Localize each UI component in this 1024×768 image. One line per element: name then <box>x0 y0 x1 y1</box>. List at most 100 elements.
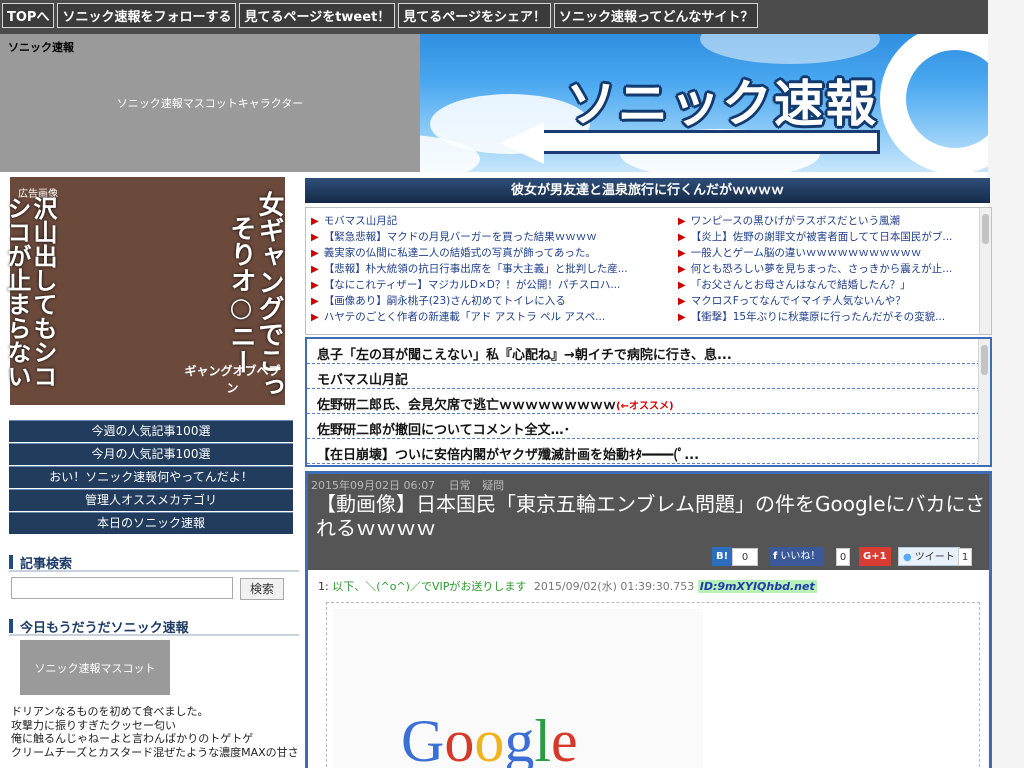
ad-slogan-2: 沢山出してもシコシコが止まらないw <box>0 196 57 388</box>
list-item[interactable]: ▶ 義実家の仏間に私達二人の結婚式の写真が飾ってあった。 <box>311 245 641 261</box>
response-header: 1: 以下、＼(^o^)／でVIPがお送りします 2015/09/02(水) 0… <box>318 578 817 594</box>
sidebar-mascot-image: ソニック速報マスコット <box>20 640 170 695</box>
menu-admin-recommend[interactable]: 管理人オススメカテゴリ <box>9 489 293 511</box>
article-image[interactable]: Google <box>333 609 703 768</box>
triangle-icon: ▶ <box>678 264 686 275</box>
list-item[interactable]: 【在日崩壊】ついに安倍内閣がヤクザ殲滅計画を始動ｷﾀ━━━━(ﾟ... <box>307 439 990 464</box>
link-text[interactable]: 佐野研二郎氏、会見欠席で逃亡ｗｗｗｗｗｗｗｗｗ <box>317 398 616 413</box>
link-column-right: ▶ ワンピースの黒ひげがラスボスだという風潮 ▶ 【炎上】佐野の謝罪文が被害者面して… <box>678 213 978 325</box>
site-logo-title: ソニック速報 <box>566 75 878 133</box>
gear-icon <box>880 34 988 172</box>
list-item[interactable]: ▶ モバマス山月記 <box>311 213 641 229</box>
list-item[interactable]: 佐野研二郎が撤回についてコメント全文…･ <box>307 414 990 439</box>
list-item[interactable]: 息子「左の耳が聞こえない」私『心配ね』→朝イチで病院に行き、息... <box>307 339 990 364</box>
link-text[interactable]: 【在日崩壊】ついに安倍内閣がヤクザ殲滅計画を始動ｷﾀ━━━━(ﾟ... <box>317 448 699 463</box>
daily-text-line: クリームチーズとカスタード混ぜたような濃度MAXの甘さ <box>11 745 299 759</box>
link-text[interactable]: マクロスFってなんでイマイチ人気ないんや？ <box>691 295 906 307</box>
hatena-bookmark-button[interactable]: B! <box>712 547 733 566</box>
google-plus-button[interactable]: G+1 <box>859 547 891 566</box>
facebook-like-button[interactable]: f いいね！ <box>769 547 825 566</box>
tweet-button[interactable]: ● ツイート <box>898 547 960 566</box>
featured-box-scrollbar[interactable] <box>978 339 990 465</box>
google-logo-svg: Google <box>401 708 578 768</box>
link-text[interactable]: 何とも恐ろしい夢を見ちまった、さっきから震えが止... <box>691 263 953 275</box>
nav-tweet-button[interactable]: 見てるページをtweet！ <box>239 3 396 28</box>
site-header[interactable]: ソニック速報マスコットキャラクター ソニック速報 ソニック速報 <box>0 34 988 172</box>
category-link[interactable]: 日常 <box>449 479 471 492</box>
list-item[interactable]: ▶ 一般人とゲーム脳の違いｗｗｗｗｗｗｗｗｗｗｗ <box>678 245 978 261</box>
list-item[interactable]: ▶ 【画像あり】嗣永桃子(23)さん初めてトイレに入る <box>311 293 641 309</box>
search-input[interactable] <box>11 577 233 599</box>
article-meta: 2015年09月02日 06:07 日常 疑問 <box>311 477 504 493</box>
sidebar-ad-banner[interactable]: 広告画像 沢山出してもシコシコが止まらないw 女ギャングでこっそりオ○ニー ギャ… <box>0 177 285 405</box>
list-item[interactable]: 佐野研二郎氏、会見欠席で逃亡ｗｗｗｗｗｗｗｗｗ(←オススメ) <box>307 389 990 414</box>
menu-weekly-popular[interactable]: 今週の人気記事100選 <box>9 420 293 442</box>
facebook-like-label: いいね！ <box>780 551 821 562</box>
menu-today[interactable]: 本日のソニック速報 <box>9 512 293 534</box>
link-column-left: ▶ モバマス山月記 ▶ 【緊急悲報】マクドの月見バーガーを買った結果ｗｗｗｗ ▶ 義実… <box>311 213 641 325</box>
nav-share-button[interactable]: 見てるページをシェア！ <box>398 3 552 28</box>
link-text[interactable]: モバマス山月記 <box>317 373 408 388</box>
link-text[interactable]: モバマス山月記 <box>324 215 398 227</box>
daily-text-line: 攻撃力に振りすぎたクッセー匂い <box>11 718 176 732</box>
link-text[interactable]: 義実家の仏間に私達二人の結婚式の写真が飾ってあった。 <box>324 247 596 259</box>
link-text[interactable]: 【なにこれティザー】マジカルD×D？！が公開！パチスロハ... <box>324 279 621 291</box>
list-item[interactable]: ▶ 【炎上】佐野の謝罪文が被害者面してて日本国民がブ... <box>678 229 978 245</box>
nav-top-button[interactable]: TOPへ <box>2 3 55 28</box>
link-text[interactable]: 一般人とゲーム脳の違いｗｗｗｗｗｗｗｗｗｗｗ <box>691 247 922 259</box>
list-item[interactable]: ▶ 【緊急悲報】マクドの月見バーガーを買った結果ｗｗｗｗ <box>311 229 641 245</box>
triangle-icon: ▶ <box>678 312 686 323</box>
category-link[interactable]: 疑問 <box>482 479 504 492</box>
triangle-icon: ▶ <box>311 280 319 291</box>
list-item[interactable]: モバマス山月記 <box>307 364 990 389</box>
triangle-icon: ▶ <box>678 248 686 259</box>
triangle-icon: ▶ <box>678 232 686 243</box>
list-item[interactable]: ▶ ワンピースの黒ひげがラスボスだという風潮 <box>678 213 978 229</box>
search-button[interactable]: 検索 <box>240 578 284 600</box>
nav-follow-button[interactable]: ソニック速報をフォローする <box>57 3 237 28</box>
nav-about-button[interactable]: ソニック速報ってどんなサイト？ <box>554 3 759 28</box>
headline-banner[interactable]: 彼女が男友達と温泉旅行に行くんだがｗｗｗｗ <box>305 178 990 203</box>
triangle-icon: ▶ <box>311 296 319 307</box>
link-text[interactable]: 【炎上】佐野の謝罪文が被害者面してて日本国民がブ... <box>691 231 953 243</box>
link-text[interactable]: 佐野研二郎が撤回についてコメント全文…･ <box>317 423 570 438</box>
link-text[interactable]: ワンピースの黒ひげがラスボスだという風潮 <box>691 215 900 227</box>
link-text[interactable]: 「お父さんとお母さんはなんで結婚したん？」 <box>691 279 911 291</box>
link-text[interactable]: 【衝撃】15年ぶりに秋葉原に行ったんだがその変貌... <box>691 311 945 323</box>
triangle-icon: ▶ <box>311 312 319 323</box>
link-box-scrollbar[interactable] <box>979 208 991 334</box>
tweet-count: 1 <box>958 548 972 566</box>
menu-what-are-you-doing[interactable]: おい！ソニック速報何やってんだよ！ <box>9 466 293 488</box>
scrollbar-thumb[interactable] <box>982 214 989 244</box>
list-item[interactable]: ▶ マクロスFってなんでイマイチ人気ないんや？ <box>678 293 978 309</box>
recommend-tag: (←オススメ) <box>616 401 674 412</box>
list-item[interactable]: ▶ 【なにこれティザー】マジカルD×D？！が公開！パチスロハ... <box>311 277 641 293</box>
link-text[interactable]: ハヤテのごとく作者の新連載「アド アストラ ペル アスペ... <box>324 311 605 323</box>
top-navigation: TOPへ ソニック速報をフォローする 見てるページをtweet！ 見てるページを… <box>0 0 988 34</box>
list-item[interactable]: ▶ 「お父さんとお母さんはなんで結婚したん？」 <box>678 277 978 293</box>
link-text[interactable]: 【画像あり】嗣永桃子(23)さん初めてトイレに入る <box>324 295 566 307</box>
link-text[interactable]: 【緊急悲報】マクドの月見バーガーを買った結果ｗｗｗｗ <box>324 231 597 243</box>
triangle-icon: ▶ <box>311 264 319 275</box>
list-item[interactable]: ▶ 【衝撃】15年ぶりに秋葉原に行ったんだがその変貌... <box>678 309 978 325</box>
article-title[interactable]: 【動画像】日本国民「東京五輪エンブレム問題」の件をGoogleにバカにされるｗｗ… <box>316 492 986 540</box>
menu-monthly-popular[interactable]: 今月の人気記事100選 <box>9 443 293 465</box>
triangle-icon: ▶ <box>678 216 686 227</box>
tweet-label: ツイート <box>914 552 955 563</box>
list-item[interactable]: ▶ ハヤテのごとく作者の新連載「アド アストラ ペル アスペ... <box>311 309 641 325</box>
list-item[interactable]: ▶ 何とも恐ろしい夢を見ちまった、さっきから震えが止... <box>678 261 978 277</box>
link-text[interactable]: 【悲報】朴大統領の抗日行事出席を「事大主義」と批判した産... <box>324 263 628 275</box>
response-date: 2015/09/02(水) 01:39:30.753 <box>533 580 695 593</box>
response-number: 1: <box>318 580 329 593</box>
ad-caption: ギャングオブヘブン <box>184 364 281 395</box>
search-box-title: 記事検索 <box>9 552 299 572</box>
link-text[interactable]: 息子「左の耳が聞こえない」私『心配ね』→朝イチで病院に行き、息... <box>317 348 732 363</box>
daily-text: ドリアンなるものを初めて食べました。 攻撃力に振りすぎたクッセー匂い 俺に触るん… <box>11 705 301 759</box>
scrollbar-thumb[interactable] <box>981 345 988 375</box>
list-item[interactable]: ▶ 【悲報】朴大統領の抗日行事出席を「事大主義」と批判した産... <box>311 261 641 277</box>
hatena-count: 0 <box>732 548 758 566</box>
antenna-link-box: ▶ モバマス山月記 ▶ 【緊急悲報】マクドの月見バーガーを買った結果ｗｗｗｗ ▶ 義実… <box>305 207 992 335</box>
page-scrollbar[interactable] <box>988 0 1024 768</box>
google-logo-text: Google <box>401 709 578 768</box>
facebook-count: 0 <box>836 548 850 566</box>
